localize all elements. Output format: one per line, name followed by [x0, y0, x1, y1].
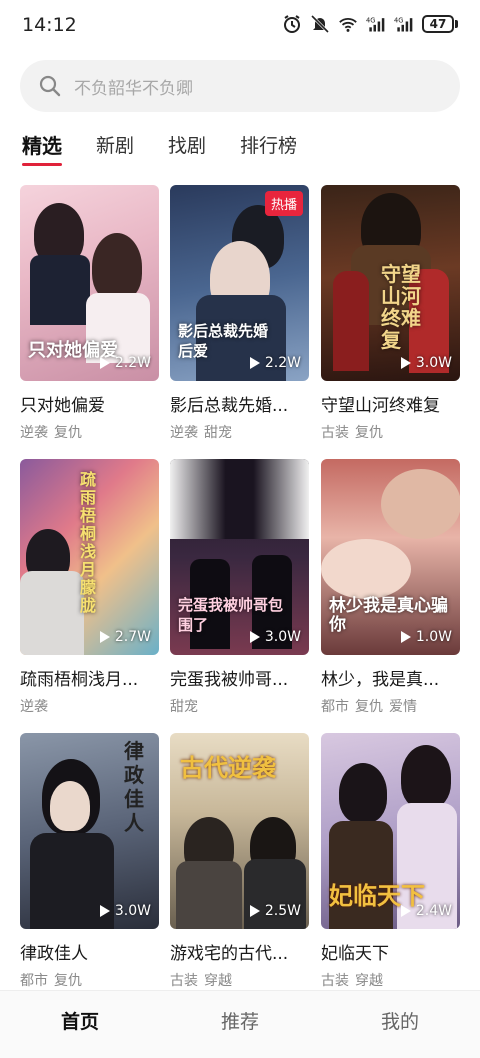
nav-recommend[interactable]: 推荐 — [160, 991, 320, 1058]
poster-title-text: 古代逆袭 — [180, 753, 276, 782]
battery-level: 47 — [422, 15, 454, 33]
drama-poster[interactable]: 只对她偏爱 2.2W — [20, 185, 159, 381]
play-icon — [249, 357, 260, 369]
play-count: 1.0W — [400, 629, 452, 645]
drama-poster[interactable]: 妃临天下 2.4W — [321, 733, 460, 929]
play-count: 2.2W — [99, 355, 151, 371]
drama-card[interactable]: 只对她偏爱 2.2W 只对她偏爱 逆袭 复仇 — [20, 185, 159, 442]
play-count: 2.2W — [249, 355, 301, 371]
drama-title: 完蛋我被帅哥... — [170, 670, 289, 690]
hot-badge: 热播 — [264, 191, 303, 216]
poster-title-text: 守望山河终难复 — [381, 262, 421, 352]
play-count: 3.0W — [99, 903, 151, 919]
bottom-nav: 首页 推荐 我的 — [0, 990, 480, 1058]
svg-text:4G: 4G — [394, 16, 403, 24]
play-count: 2.4W — [400, 903, 452, 919]
play-icon — [99, 631, 110, 643]
tab-featured[interactable]: 精选 — [22, 132, 62, 166]
drama-title: 守望山河终难复 — [321, 396, 440, 416]
drama-card[interactable]: 古代逆袭 2.5W 游戏宅的古代... 古装 穿越 — [170, 733, 309, 990]
drama-tags: 古装 穿越 — [321, 973, 383, 989]
drama-poster[interactable]: 林少我是真心骗你 1.0W — [321, 459, 460, 655]
drama-tags: 逆袭 复仇 — [20, 425, 82, 441]
search-placeholder: 不负韶华不负卿 — [74, 78, 193, 99]
drama-card[interactable]: 守望山河终难复 3.0W 守望山河终难复 古装 复仇 — [321, 185, 460, 442]
drama-title: 疏雨梧桐浅月... — [20, 670, 139, 690]
4g-signal-icon: 4G — [394, 16, 413, 32]
drama-tags: 古装 穿越 — [170, 973, 232, 989]
drama-title: 妃临天下 — [321, 944, 389, 964]
tab-find[interactable]: 找剧 — [168, 132, 206, 166]
drama-card[interactable]: 林少我是真心骗你 1.0W 林少，我是真... 都市 复仇 爱情 — [321, 459, 460, 716]
alarm-icon — [284, 15, 300, 33]
drama-poster[interactable]: 律政佳人 3.0W — [20, 733, 159, 929]
drama-card[interactable]: 完蛋我被帅哥包围了 3.0W 完蛋我被帅哥... 甜宠 — [170, 459, 309, 716]
drama-tags: 逆袭 甜宠 — [170, 425, 232, 441]
play-count: 3.0W — [249, 629, 301, 645]
drama-poster[interactable]: 热播 影后总裁先婚后爱 2.2W — [170, 185, 309, 381]
play-icon — [400, 905, 411, 917]
play-count: 3.0W — [400, 355, 452, 371]
play-count: 2.7W — [99, 629, 151, 645]
4g-signal-icon: 4G — [366, 16, 385, 32]
play-icon — [99, 357, 110, 369]
drama-tags: 都市 复仇 爱情 — [321, 699, 417, 715]
drama-title: 影后总裁先婚... — [170, 396, 289, 416]
drama-title: 只对她偏爱 — [20, 396, 105, 416]
drama-poster[interactable]: 古代逆袭 2.5W — [170, 733, 309, 929]
play-icon — [99, 905, 110, 917]
drama-poster[interactable]: 完蛋我被帅哥包围了 3.0W — [170, 459, 309, 655]
search-icon — [39, 75, 61, 97]
drama-card[interactable]: 律政佳人 3.0W 律政佳人 都市 复仇 — [20, 733, 159, 990]
drama-poster[interactable]: 疏雨梧桐浅月朦胧 2.7W — [20, 459, 159, 655]
tab-ranking[interactable]: 排行榜 — [240, 132, 297, 166]
status-icons: 4G 4G 47 — [282, 14, 458, 34]
drama-title: 林少，我是真... — [321, 670, 440, 690]
battery-icon: 47 — [422, 15, 458, 33]
drama-title: 游戏宅的古代... — [170, 944, 289, 964]
nav-me[interactable]: 我的 — [320, 991, 480, 1058]
drama-card[interactable]: 热播 影后总裁先婚后爱 2.2W 影后总裁先婚... 逆袭 甜宠 — [170, 185, 309, 442]
category-tabs: 精选 新剧 找剧 排行榜 — [22, 132, 331, 172]
drama-card[interactable]: 妃临天下 2.4W 妃临天下 古装 穿越 — [321, 733, 460, 990]
tab-new[interactable]: 新剧 — [96, 132, 134, 166]
play-count: 2.5W — [249, 903, 301, 919]
drama-title: 律政佳人 — [20, 944, 88, 964]
search-input[interactable]: 不负韶华不负卿 — [20, 60, 460, 112]
poster-title-text: 疏雨梧桐浅月朦胧 — [80, 470, 97, 615]
status-time: 14:12 — [22, 14, 77, 36]
mute-icon — [310, 14, 330, 34]
play-icon — [400, 357, 411, 369]
drama-tags: 都市 复仇 — [20, 973, 82, 989]
drama-tags: 古装 复仇 — [321, 425, 383, 441]
drama-tags: 逆袭 — [20, 699, 48, 715]
drama-tags: 甜宠 — [170, 699, 198, 715]
nav-home[interactable]: 首页 — [0, 991, 160, 1058]
svg-text:4G: 4G — [366, 16, 375, 24]
play-icon — [249, 905, 260, 917]
play-icon — [249, 631, 260, 643]
wifi-6-icon — [339, 18, 357, 32]
poster-title-text: 律政佳人 — [124, 739, 144, 835]
drama-card[interactable]: 疏雨梧桐浅月朦胧 2.7W 疏雨梧桐浅月... 逆袭 — [20, 459, 159, 716]
drama-poster[interactable]: 守望山河终难复 3.0W — [321, 185, 460, 381]
status-bar: 14:12 4G 4G 47 — [0, 0, 480, 50]
play-icon — [400, 631, 411, 643]
